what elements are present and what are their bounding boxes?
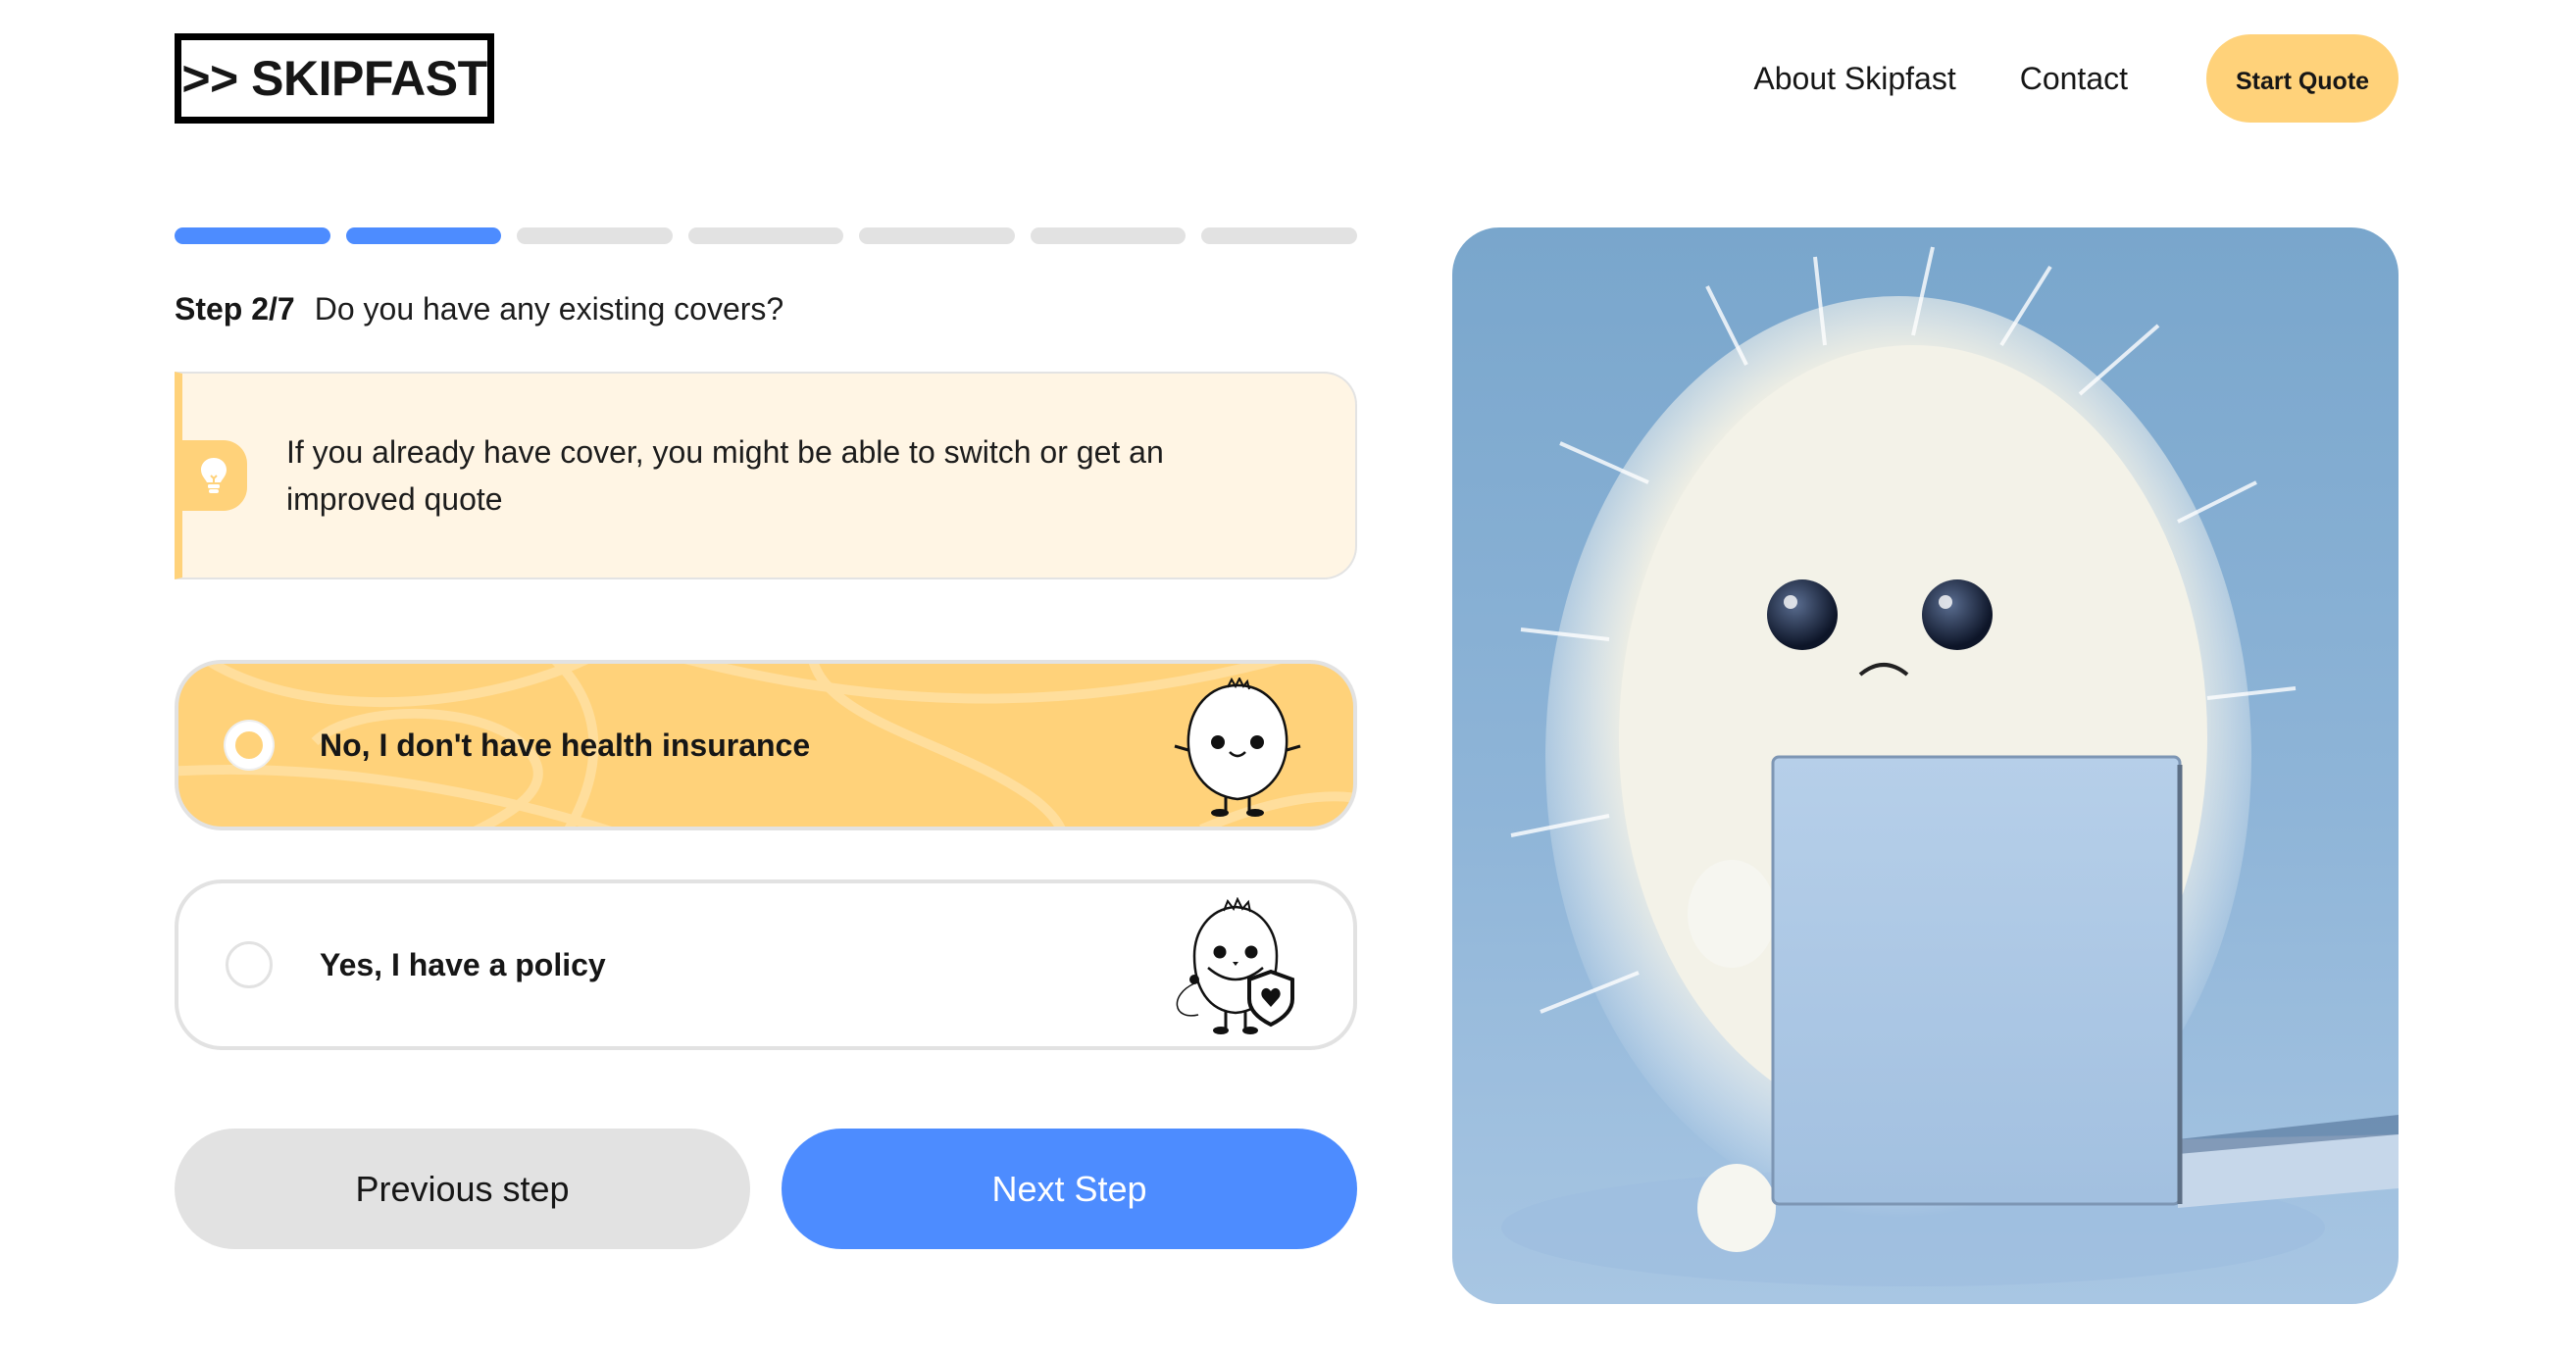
start-quote-button[interactable]: Start Quote [2206, 34, 2399, 123]
top-nav: About Skipfast Contact Start Quote [1753, 34, 2399, 123]
progress-segment-5 [859, 227, 1015, 244]
next-step-button[interactable]: Next Step [782, 1129, 1357, 1249]
option-no-insurance[interactable]: No, I don't have health insurance [175, 660, 1357, 830]
option-label: No, I don't have health insurance [320, 727, 811, 763]
form-actions: Previous step Next Step [175, 1129, 1357, 1249]
logo[interactable]: >> SKIPFAST [175, 33, 494, 124]
radio-have-policy[interactable] [226, 941, 273, 988]
step-progress-bar [175, 227, 1358, 244]
tip-callout: If you already have cover, you might be … [175, 372, 1357, 579]
option-label: Yes, I have a policy [320, 946, 606, 982]
quote-form: Step 2/7 Do you have any existing covers… [175, 227, 1358, 1249]
progress-segment-1 [175, 227, 330, 244]
logo-text: >> SKIPFAST [181, 51, 487, 106]
hero-image [1452, 227, 2399, 1304]
happy-mascot-icon [1174, 678, 1301, 817]
sad-fluffy-mascot-illustration [1501, 246, 2399, 1286]
nav-about-link[interactable]: About Skipfast [1753, 61, 1955, 97]
option-have-policy[interactable]: Yes, I have a policy [175, 879, 1357, 1050]
nav-contact-link[interactable]: Contact [2020, 61, 2128, 97]
lightbulb-icon [180, 440, 247, 511]
step-counter: Step 2/7 [175, 291, 295, 326]
tip-text: If you already have cover, you might be … [286, 434, 1164, 517]
progress-segment-6 [1030, 227, 1187, 244]
shield-mascot-icon [1176, 897, 1294, 1034]
step-heading: Step 2/7 Do you have any existing covers… [175, 289, 1357, 328]
progress-segment-4 [687, 227, 844, 244]
previous-step-button[interactable]: Previous step [175, 1129, 750, 1249]
question-text: Do you have any existing covers? [314, 291, 784, 326]
radio-no-insurance[interactable] [226, 722, 273, 769]
progress-segment-7 [1201, 227, 1358, 244]
progress-segment-3 [517, 227, 673, 244]
progress-segment-2 [345, 227, 502, 244]
